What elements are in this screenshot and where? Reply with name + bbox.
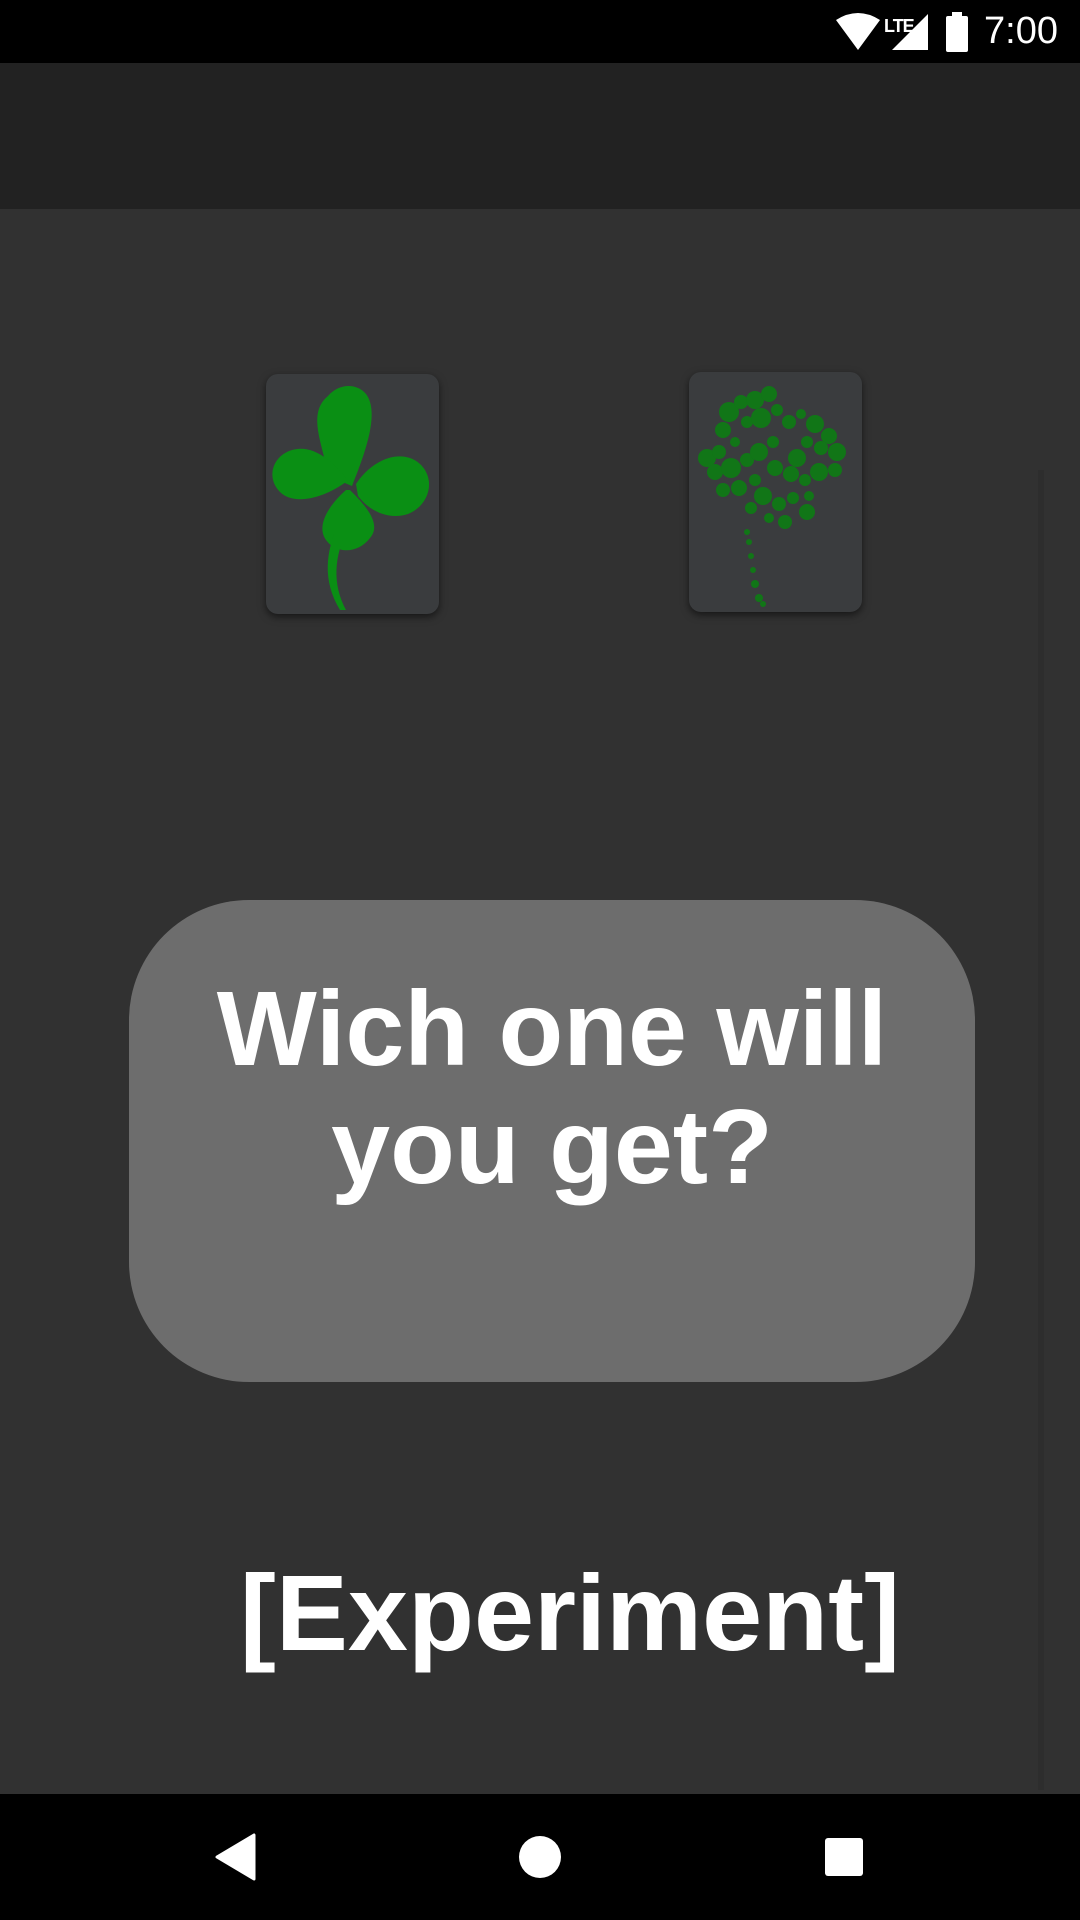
wifi-icon [834,12,882,52]
home-button[interactable] [507,1824,573,1890]
question-text: Wich one will you get? [129,970,975,1206]
cell-signal-icon: LTE [884,12,930,52]
navigation-bar [0,1794,1080,1920]
home-icon [519,1836,561,1878]
clock: 7:00 [984,10,1058,52]
clover-card-solid[interactable] [266,374,439,614]
status-icons: LTE 7:00 [834,0,1058,63]
status-bar: LTE 7:00 [0,0,1080,63]
recents-button[interactable] [811,1824,877,1890]
experiment-label: [Experiment] [239,1552,901,1673]
network-type-label: LTE [884,15,915,36]
question-line-2: you get? [331,1088,773,1206]
four-leaf-clover-icon [272,386,430,610]
clover-card-speckled[interactable] [689,372,862,612]
recents-icon [825,1838,863,1876]
app-bar [0,63,1080,209]
back-button[interactable] [203,1824,269,1890]
back-icon [215,1833,256,1881]
battery-icon [944,11,970,52]
question-line-1: Wich one will [216,970,888,1088]
speckled-clover-icon [698,386,846,607]
question-box: Wich one will you get? [129,900,975,1382]
